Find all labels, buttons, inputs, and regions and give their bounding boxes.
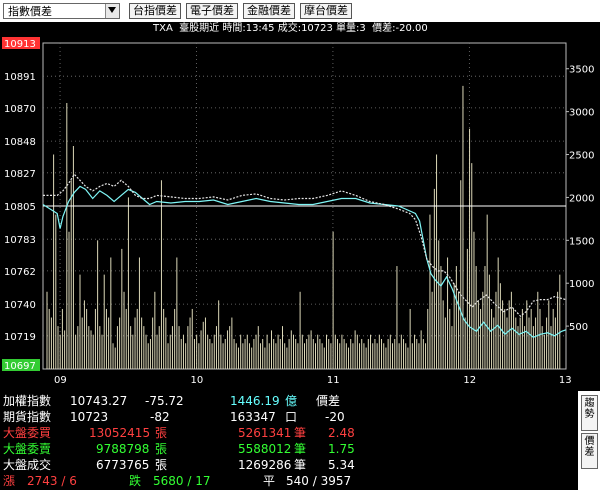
weighted-index-value: 10743.27 — [70, 394, 128, 408]
total-ask-lots: 9788798 — [96, 442, 150, 456]
chevron-down-icon[interactable] — [105, 4, 119, 18]
price-tick-label: 10719 — [4, 332, 36, 343]
row-label-weighted-index: 加權指數 — [3, 394, 52, 408]
x-tick-label: 10 — [190, 375, 203, 386]
turnover-amount: 1446.19 — [230, 394, 280, 408]
row-label-futures-index: 期貨指數 — [3, 410, 52, 424]
futures-index-change: -82 — [150, 410, 170, 424]
total-bid-lots: 13052415 — [89, 426, 151, 440]
total-bid-ratio: 2.48 — [328, 426, 355, 440]
row-label-total-traded: 大盤成交 — [3, 458, 52, 472]
toolbar: 指數價差 台指價差 電子價差 金融價差 摩台價差 — [0, 0, 600, 22]
volume-tick-label: 1000 — [569, 279, 594, 290]
total-traded-orders: 1269286 — [238, 458, 292, 472]
total-ask-lots-unit: 張 — [155, 442, 168, 456]
tab-spread[interactable]: 價差 — [581, 433, 598, 469]
price-tick-label: 10848 — [4, 137, 36, 148]
total-bid-lots-unit: 張 — [155, 426, 168, 440]
market-summary-panel: 加權指數 10743.27 -75.72 1446.19 億 價差 期貨指數 1… — [0, 391, 578, 490]
x-tick-label: 11 — [327, 375, 340, 386]
price-tick-label: 10870 — [4, 104, 36, 115]
price-tick-label: 10805 — [4, 202, 36, 213]
total-ask-ratio: 1.75 — [328, 442, 355, 456]
futures-volume: 163347 — [230, 410, 276, 424]
declining-label: 跌 — [129, 474, 142, 488]
futures-volume-unit: 口 — [285, 410, 298, 424]
quote-info-text: TXA 臺股期近 時間:13:45 成交:10723 單量:3 價差:-20.0… — [153, 23, 428, 34]
row-label-total-ask: 大盤委賣 — [3, 442, 52, 456]
price-tick-label: 10827 — [4, 169, 36, 180]
price-tick-label: 10762 — [4, 267, 36, 278]
spread-value: -20 — [325, 410, 345, 424]
finance-spread-button[interactable]: 金融價差 — [243, 3, 295, 19]
futures-index-value: 10723 — [70, 410, 109, 424]
x-tick-label: 13 — [559, 375, 572, 386]
advancing-count: 2743 / 6 — [27, 474, 77, 488]
volume-tick-label: 500 — [569, 322, 588, 333]
unchanged-count: 540 / 3957 — [286, 474, 352, 488]
total-bid-orders-unit: 筆 — [294, 426, 307, 440]
intraday-spread-chart: 10913 10891 10870 10848 10827 10805 10783 10762… — [2, 37, 594, 386]
price-tick-label: 10913 — [4, 39, 36, 50]
side-tab-bar: 趨勢 價差 — [578, 391, 600, 490]
tab-trend[interactable]: 趨勢 — [581, 395, 598, 431]
volume-tick-label: 2000 — [569, 193, 594, 204]
total-ask-orders-unit: 筆 — [294, 442, 307, 456]
declining-count: 5680 / 17 — [153, 474, 211, 488]
price-tick-label: 10697 — [4, 361, 36, 372]
turnover-unit: 億 — [285, 394, 298, 408]
dropdown-selected-value: 指數價差 — [8, 5, 52, 18]
price-tick-label: 10740 — [4, 300, 36, 311]
volume-tick-label: 1500 — [569, 236, 594, 247]
unchanged-label: 平 — [263, 474, 276, 488]
total-ask-orders: 5588012 — [238, 442, 292, 456]
volume-tick-label: 3500 — [569, 65, 594, 76]
total-traded-lots-unit: 張 — [155, 458, 168, 472]
total-traded-lots: 6773765 — [96, 458, 150, 472]
quote-info-bar: TXA 臺股期近 時間:13:45 成交:10723 單量:3 價差:-20.0… — [0, 22, 600, 36]
volume-tick-label: 2500 — [569, 151, 594, 162]
total-traded-ratio: 5.34 — [328, 458, 355, 472]
price-tick-label: 10891 — [4, 72, 36, 83]
advancing-label: 漲 — [3, 474, 16, 488]
price-tick-label: 10783 — [4, 235, 36, 246]
chart-type-dropdown[interactable]: 指數價差 — [3, 3, 120, 19]
electronics-spread-button[interactable]: 電子價差 — [186, 3, 238, 19]
total-bid-orders: 5261341 — [238, 426, 292, 440]
spread-header: 價差 — [316, 394, 341, 408]
msci-taiwan-spread-button[interactable]: 摩台價差 — [300, 3, 352, 19]
x-tick-label: 12 — [463, 375, 476, 386]
volume-tick-label: 3000 — [569, 108, 594, 119]
x-tick-label: 09 — [54, 375, 67, 386]
weighted-index-change: -75.72 — [145, 394, 184, 408]
total-traded-orders-unit: 筆 — [294, 458, 307, 472]
row-label-total-bid: 大盤委買 — [3, 426, 52, 440]
taiex-spread-button[interactable]: 台指價差 — [129, 3, 181, 19]
